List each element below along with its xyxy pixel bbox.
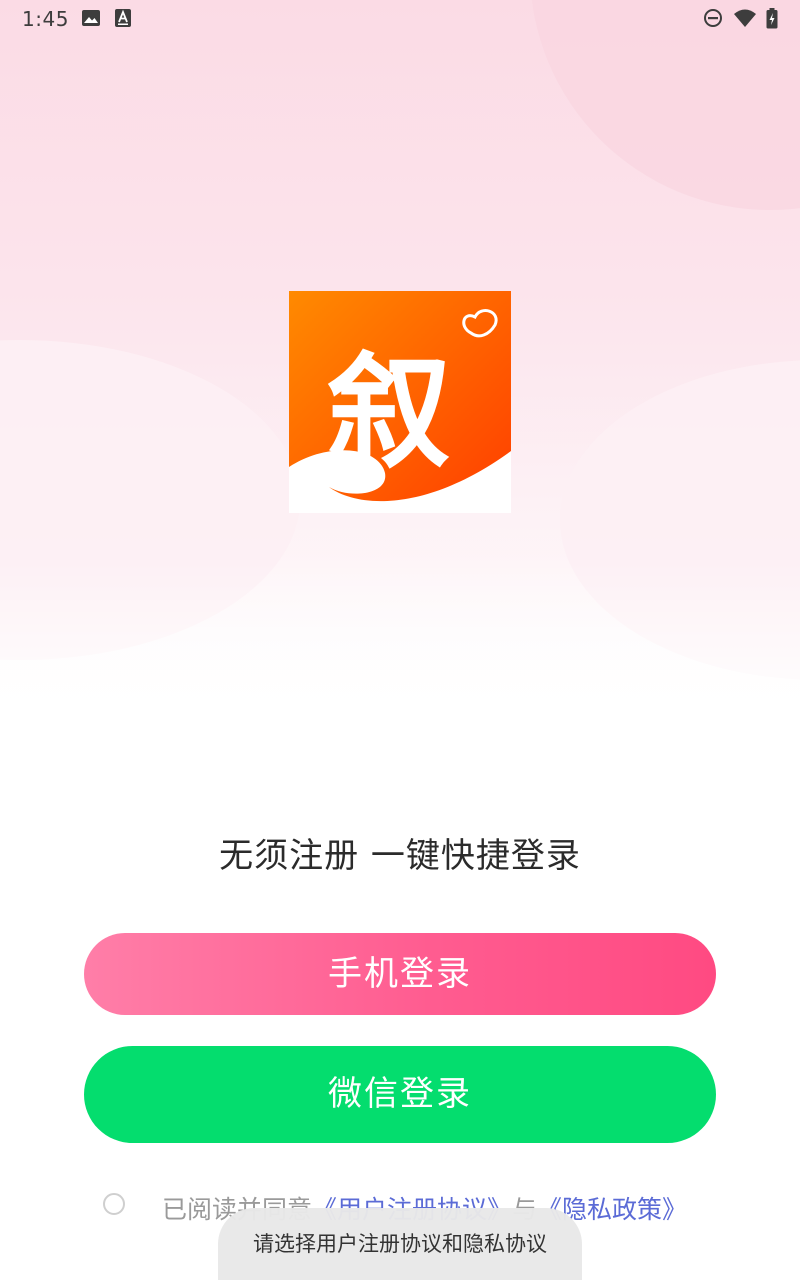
- wechat-login-button[interactable]: 微信登录: [84, 1046, 716, 1143]
- battery-icon: [766, 8, 778, 29]
- text-a-icon: [115, 9, 131, 27]
- phone-login-button[interactable]: 手机登录: [84, 933, 716, 1015]
- image-icon: [82, 10, 100, 26]
- wifi-icon: [734, 9, 756, 27]
- status-time: 1:45: [22, 7, 69, 31]
- tagline: 无须注册 一键快捷登录: [219, 836, 581, 876]
- app-logo: 叙: [289, 291, 511, 513]
- background-fade: [0, 560, 800, 720]
- status-bar: 1:45: [0, 0, 800, 36]
- agreement-checkbox[interactable]: [103, 1193, 125, 1215]
- do-not-disturb-icon: [704, 9, 722, 27]
- toast-message: 请选择用户注册协议和隐私协议: [218, 1208, 582, 1280]
